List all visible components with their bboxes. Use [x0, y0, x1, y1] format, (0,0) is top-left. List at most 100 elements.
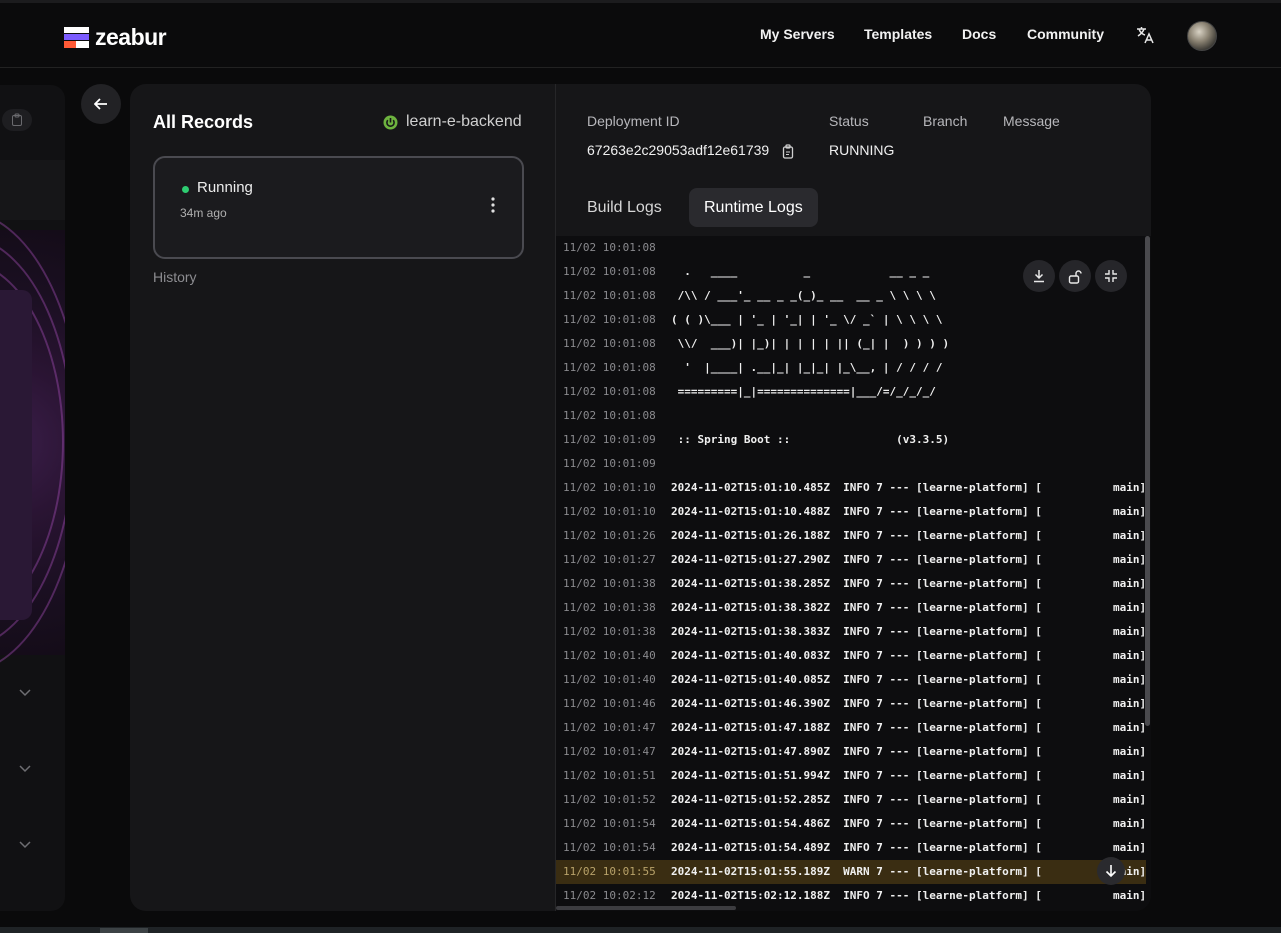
log-timestamp: 11/02 10:01:38 — [563, 625, 656, 638]
log-timestamp: 11/02 10:01:10 — [563, 481, 656, 494]
nav-docs[interactable]: Docs — [962, 26, 996, 42]
zeabur-logo[interactable]: zeabur — [64, 24, 167, 51]
log-row: 11/02 10:01:08 . ____ _ __ _ _ — [556, 260, 1146, 284]
log-row: 11/02 10:01:09 — [556, 452, 1146, 476]
log-timestamp: 11/02 10:01:08 — [563, 289, 656, 302]
log-message: =========|_|==============|___/=/_/_/_/ — [671, 385, 936, 398]
log-row: 11/02 10:01:26 2024-11-02T15:01:26.188Z I… — [556, 524, 1146, 548]
collapse-button[interactable] — [1095, 260, 1127, 292]
vertical-scrollbar[interactable] — [1145, 236, 1150, 726]
translate-icon[interactable] — [1136, 26, 1154, 44]
window-edge — [0, 0, 1281, 3]
background-sidebar — [0, 85, 65, 911]
log-message: 2024-11-02T15:01:38.383Z INFO 7 --- [lea… — [671, 625, 1042, 638]
unlock-scroll-button[interactable] — [1059, 260, 1091, 292]
log-row: 11/02 10:01:08 ( ( )\___ | '_ | '_| | '_ … — [556, 308, 1146, 332]
log-timestamp: 11/02 10:01:47 — [563, 721, 656, 734]
log-row: 11/02 10:01:46 2024-11-02T15:01:46.390Z I… — [556, 692, 1146, 716]
log-timestamp: 11/02 10:01:54 — [563, 817, 656, 830]
log-timestamp: 11/02 10:01:08 — [563, 265, 656, 278]
log-row-warn: 11/02 10:01:55 2024-11-02T15:01:55.189Z W… — [556, 860, 1146, 884]
log-row: 11/02 10:01:09 :: Spring Boot :: (v3.3.5… — [556, 428, 1146, 452]
log-thread: main] — [1113, 817, 1147, 830]
service-link[interactable]: learn-e-backend — [383, 113, 522, 131]
log-thread: main] — [1113, 553, 1147, 566]
message-label: Message — [1003, 113, 1060, 129]
log-thread: main] — [1113, 841, 1147, 854]
log-row: 11/02 10:01:08 ' |____| .__|_| |_|_| |_\… — [556, 356, 1146, 380]
deployment-status-value: RUNNING — [829, 142, 895, 158]
log-timestamp: 11/02 10:01:52 — [563, 793, 656, 806]
record-age: 34m ago — [180, 206, 227, 220]
log-thread: main] — [1113, 481, 1147, 494]
log-message: 2024-11-02T15:02:12.188Z INFO 7 --- [lea… — [671, 889, 1042, 902]
log-row: 11/02 10:01:10 2024-11-02T15:01:10.488Z I… — [556, 500, 1146, 524]
log-thread: main] — [1113, 889, 1147, 902]
log-timestamp: 11/02 10:01:08 — [563, 409, 656, 422]
log-row: 11/02 10:02:12 2024-11-02T15:02:12.188Z I… — [556, 884, 1146, 908]
log-thread: main] — [1113, 673, 1147, 686]
avatar[interactable] — [1187, 21, 1217, 51]
log-timestamp: 11/02 10:01:08 — [563, 313, 656, 326]
more-options-icon[interactable] — [491, 196, 495, 214]
log-thread: main] — [1113, 745, 1147, 758]
log-message: . ____ _ __ _ _ — [671, 265, 930, 278]
back-button[interactable] — [81, 84, 121, 124]
log-thread: main] — [1113, 625, 1147, 638]
log-message: 2024-11-02T15:01:10.488Z INFO 7 --- [lea… — [671, 505, 1042, 518]
log-timestamp: 11/02 10:01:40 — [563, 673, 656, 686]
log-message: 2024-11-02T15:01:26.188Z INFO 7 --- [lea… — [671, 529, 1042, 542]
log-timestamp: 11/02 10:01:54 — [563, 841, 656, 854]
log-message: \\/ ___)| |_)| | | | | || (_| | ) ) ) ) — [671, 337, 950, 350]
service-name: learn-e-backend — [406, 113, 522, 130]
log-message: 2024-11-02T15:01:38.382Z INFO 7 --- [lea… — [671, 601, 1042, 614]
log-timestamp: 11/02 10:01:47 — [563, 745, 656, 758]
log-thread: main] — [1113, 601, 1147, 614]
runtime-log-viewer[interactable]: 11/02 10:02:12 2024-11-02T15:02:12.188Z I… — [556, 236, 1151, 911]
deployment-record-card[interactable]: Running 34m ago — [153, 156, 524, 259]
deployment-id-label: Deployment ID — [587, 113, 680, 129]
log-message: 2024-11-02T15:01:47.188Z INFO 7 --- [lea… — [671, 721, 1042, 734]
log-message: 2024-11-02T15:01:10.485Z INFO 7 --- [lea… — [671, 481, 1042, 494]
nav-templates[interactable]: Templates — [864, 26, 932, 42]
log-row: 11/02 10:01:38 2024-11-02T15:01:38.383Z I… — [556, 620, 1146, 644]
log-thread: main] — [1113, 505, 1147, 518]
log-message: 2024-11-02T15:01:38.285Z INFO 7 --- [lea… — [671, 577, 1042, 590]
chevron-down-icon — [19, 765, 31, 773]
scroll-to-bottom-icon — [1105, 865, 1117, 878]
tab-runtime-logs[interactable]: Runtime Logs — [689, 188, 818, 227]
log-timestamp: 11/02 10:01:09 — [563, 457, 656, 470]
nav-community[interactable]: Community — [1027, 26, 1104, 42]
log-timestamp: 11/02 10:01:08 — [563, 241, 656, 254]
horizontal-scrollbar[interactable] — [556, 906, 736, 910]
log-message: 2024-11-02T15:01:54.489Z INFO 7 --- [lea… — [671, 841, 1042, 854]
log-message: 2024-11-02T15:01:54.486Z INFO 7 --- [lea… — [671, 817, 1042, 830]
log-timestamp: 11/02 10:02:12 — [563, 889, 656, 902]
copy-icon[interactable] — [782, 144, 796, 159]
unlock-icon — [1068, 269, 1082, 284]
background-preview-image — [0, 210, 65, 674]
history-label: History — [153, 269, 197, 285]
spring-power-icon — [383, 115, 398, 129]
log-message: ( ( )\___ | '_ | '_| | '_ \/ _` | \ \ \ … — [671, 313, 943, 326]
records-title: All Records — [153, 112, 254, 132]
log-message: 2024-11-02T15:01:47.890Z INFO 7 --- [lea… — [671, 745, 1042, 758]
record-status: Running — [197, 179, 253, 196]
scroll-to-bottom-button[interactable] — [1097, 857, 1125, 885]
log-timestamp: 11/02 10:01:09 — [563, 433, 656, 446]
log-row: 11/02 10:01:40 2024-11-02T15:01:40.085Z I… — [556, 668, 1146, 692]
zeabur-logo-icon — [64, 27, 89, 48]
download-logs-button[interactable] — [1023, 260, 1055, 292]
log-thread: main] — [1113, 769, 1147, 782]
log-message: ' |____| .__|_| |_|_| |_\__, | / / / / — [671, 361, 943, 374]
log-row: 11/02 10:01:08 — [556, 236, 1146, 260]
log-timestamp: 11/02 10:01:08 — [563, 361, 656, 374]
tab-build-logs[interactable]: Build Logs — [572, 188, 677, 227]
clipboard-icon — [12, 113, 22, 126]
log-message: 2024-11-02T15:01:46.390Z INFO 7 --- [lea… — [671, 697, 1042, 710]
nav-my-servers[interactable]: My Servers — [760, 26, 835, 42]
log-message: 2024-11-02T15:01:51.994Z INFO 7 --- [lea… — [671, 769, 1042, 782]
chevron-down-icon — [19, 841, 31, 849]
log-thread: main] — [1113, 721, 1147, 734]
log-thread: main] — [1113, 793, 1147, 806]
